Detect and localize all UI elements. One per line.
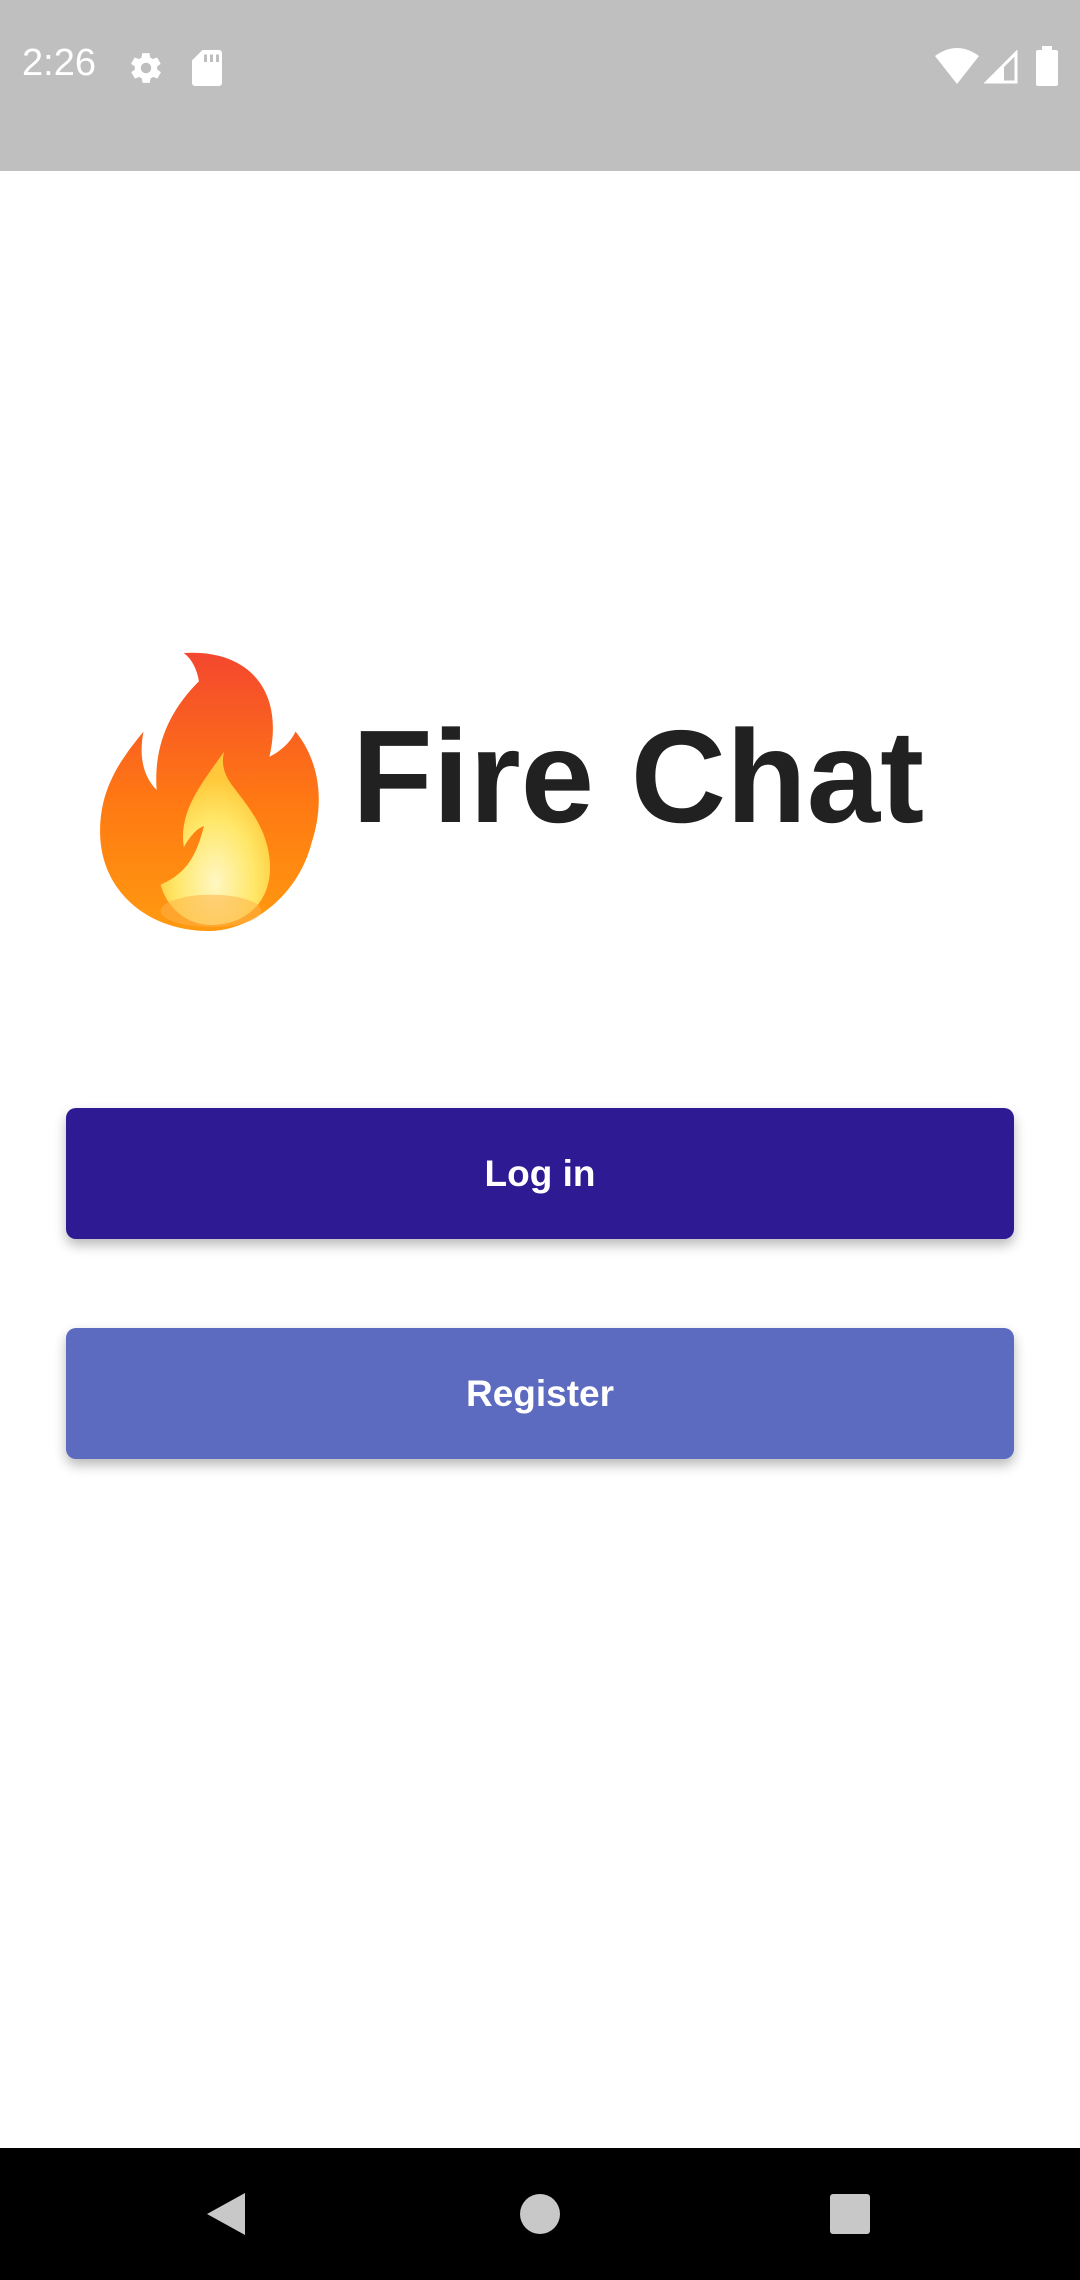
- status-time: 2:26: [22, 42, 96, 84]
- welcome-screen: Fire Chat Log in Register: [0, 171, 1080, 2148]
- register-button-label: Register: [465, 1372, 615, 1414]
- cell-signal-icon: [984, 50, 1018, 84]
- login-button-label: Log in: [484, 1152, 596, 1194]
- sd-card-icon: [192, 50, 222, 86]
- recents-button[interactable]: [770, 2148, 930, 2280]
- back-triangle-icon: [207, 2193, 245, 2235]
- app-logo-row: Fire Chat: [0, 651, 1080, 951]
- register-button[interactable]: Register: [66, 1328, 1014, 1459]
- login-button[interactable]: Log in: [66, 1108, 1014, 1239]
- back-button[interactable]: [146, 2148, 306, 2280]
- status-bar: 2:26: [0, 0, 1080, 171]
- system-nav-bar: [0, 2148, 1080, 2280]
- fire-emoji-icon: [100, 652, 319, 931]
- settings-gear-icon: [131, 53, 161, 83]
- home-circle-icon: [520, 2194, 560, 2234]
- home-button[interactable]: [460, 2148, 620, 2280]
- battery-icon: [1036, 46, 1058, 86]
- wifi-icon: [935, 48, 979, 84]
- recents-square-icon: [830, 2194, 870, 2234]
- app-title: Fire Chat: [352, 703, 925, 850]
